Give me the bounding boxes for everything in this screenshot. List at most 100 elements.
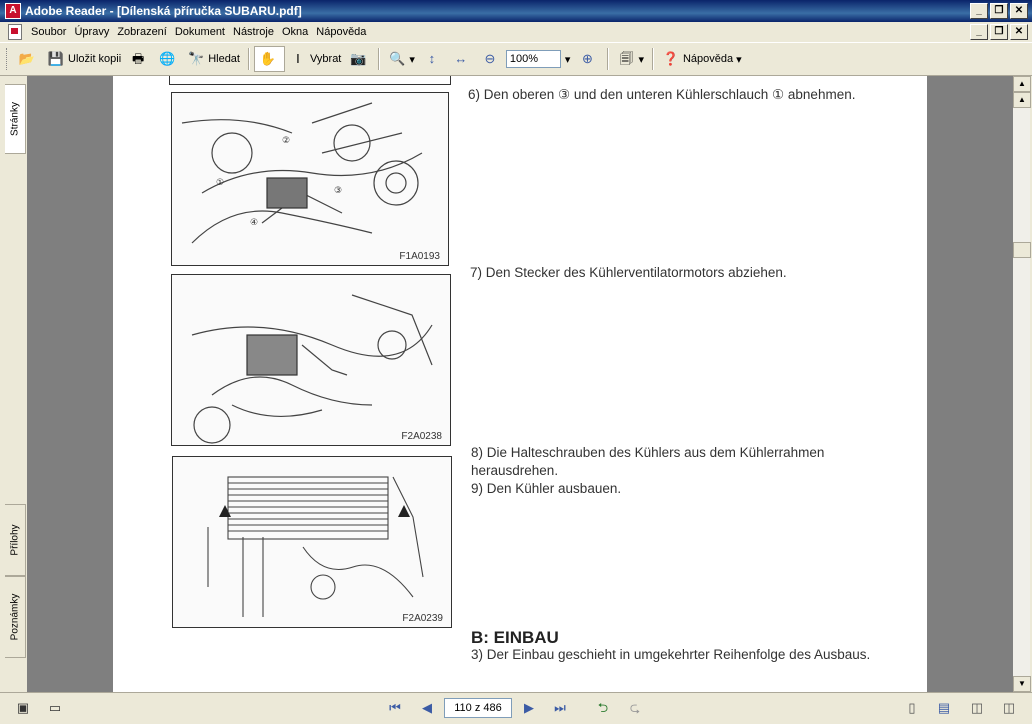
- svg-text:④: ④: [250, 218, 258, 228]
- text-cursor-icon: I: [296, 51, 300, 66]
- doc-minimize-button[interactable]: _: [970, 24, 988, 40]
- svg-text:②: ②: [282, 136, 290, 146]
- figure-code: F1A0193: [399, 251, 440, 262]
- folder-icon: 📂: [18, 51, 36, 66]
- figure-code: F2A0238: [401, 431, 442, 442]
- print-button[interactable]: 🖶: [125, 47, 154, 71]
- menu-napoveda[interactable]: Nápověda: [312, 26, 370, 38]
- menu-zobrazeni[interactable]: Zobrazení: [113, 26, 171, 38]
- tab-attachments[interactable]: Přílohy: [5, 504, 26, 576]
- continuous-facing-button[interactable]: ◫: [1000, 699, 1018, 717]
- separator: [378, 48, 381, 70]
- printer-icon: 🖶: [132, 51, 145, 66]
- chevron-down-icon: ▾: [733, 53, 742, 66]
- figure-engine-hoses: ① ③ ④ ② F1A0193: [171, 92, 449, 266]
- binoculars-icon: 🔭: [188, 51, 205, 66]
- toolbar: 📂 💾 Uložit kopii 🖶 🌐 🔭 Hledat ✋ I Vybrat 📷 …: [0, 42, 1032, 76]
- navigation-sidebar: Stránky Přílohy Poznámky: [5, 76, 27, 692]
- engine-sketch: ① ③ ④ ②: [181, 102, 423, 244]
- app-window: A Adobe Reader - [Dílenská příručka SUBA…: [0, 0, 1032, 724]
- scroll-up-button[interactable]: ▲: [1013, 76, 1031, 92]
- window-title: Adobe Reader - [Dílenská příručka SUBARU…: [25, 4, 302, 18]
- separator: [607, 48, 610, 70]
- doc-restore-button[interactable]: ❐: [990, 24, 1008, 40]
- section-heading: B: EINBAU: [471, 628, 559, 647]
- scroll-page-up-button[interactable]: ▲: [1013, 92, 1031, 108]
- title-bar: A Adobe Reader - [Dílenská příručka SUBA…: [0, 0, 1032, 22]
- document-view[interactable]: ① ③ ④ ② F1A0193 6) Den oberen ③ und den unt…: [27, 76, 1013, 692]
- globe-icon: 🌐: [159, 51, 176, 66]
- toggle-toolbar-button[interactable]: ▭: [46, 699, 64, 717]
- zoom-in-button[interactable]: ⊕: [574, 47, 603, 71]
- menu-upravy[interactable]: Úpravy: [70, 26, 113, 38]
- page-number-input[interactable]: 110 z 486: [444, 698, 512, 718]
- search-label: Hledat: [208, 53, 240, 65]
- scroll-down-button[interactable]: ▼: [1013, 676, 1031, 692]
- svg-text:③: ③: [334, 186, 342, 196]
- close-button[interactable]: ✕: [1010, 3, 1028, 19]
- toggle-nav-pane-button[interactable]: ▣: [14, 699, 32, 717]
- previous-page-button[interactable]: ◀: [418, 699, 436, 717]
- fan-connector-sketch: [191, 294, 433, 444]
- menu-dokument[interactable]: Dokument: [171, 26, 229, 38]
- figure-radiator: F2A0239: [172, 456, 452, 628]
- save-copy-button[interactable]: 💾 Uložit kopii: [43, 47, 125, 71]
- select-tool-button[interactable]: I Vybrat: [285, 47, 345, 71]
- help-button[interactable]: ❓ Nápověda ▾: [658, 47, 746, 71]
- fit-page-button[interactable]: ↕: [419, 47, 448, 71]
- pdf-page: ① ③ ④ ② F1A0193 6) Den oberen ③ und den unt…: [113, 76, 927, 692]
- fit-width-button[interactable]: ↔: [448, 47, 477, 71]
- installation-text: 3) Der Einbau geschieht in umgekehrter R…: [471, 647, 871, 662]
- scroll-thumb[interactable]: [1013, 242, 1031, 258]
- single-page-button[interactable]: ▯: [903, 699, 921, 717]
- minus-circle-icon: ⊖: [484, 51, 496, 66]
- zoom-in-magnifier-icon: 🔍: [389, 51, 406, 66]
- hand-tool-button[interactable]: ✋: [253, 46, 285, 72]
- doc-close-button[interactable]: ✕: [1010, 24, 1028, 40]
- open-button[interactable]: 📂: [14, 47, 43, 71]
- toolbar-grip: [6, 48, 10, 70]
- chevron-down-icon: ▾: [638, 53, 644, 66]
- tab-pages[interactable]: Stránky: [5, 84, 26, 154]
- figure-fan-connector: F2A0238: [171, 274, 451, 446]
- step-8-9-text: 8) Die Halteschrauben des Kühlers aus de…: [471, 445, 825, 496]
- status-bar: ▣ ▭ ⏮ ◀ 110 z 486 ▶ ⏭ ⮌ ⮎ ▯ ▤ ◫ ◫: [0, 692, 1032, 724]
- go-forward-button[interactable]: ⮎: [626, 699, 644, 717]
- last-page-button[interactable]: ⏭: [551, 699, 569, 717]
- chevron-down-icon: ▾: [409, 53, 415, 66]
- svg-text:①: ①: [216, 178, 224, 188]
- save-copy-label: Uložit kopii: [68, 53, 122, 65]
- floppy-icon: 💾: [47, 51, 65, 66]
- menu-okna[interactable]: Okna: [278, 26, 312, 38]
- continuous-button[interactable]: ▤: [935, 699, 953, 717]
- figure-code: F2A0239: [402, 613, 443, 624]
- chevron-down-icon: ▾: [564, 53, 571, 66]
- step-7-text: 7) Den Stecker des Kühlerventilatormotor…: [470, 265, 787, 280]
- tab-pages-label: Stránky: [9, 102, 21, 136]
- zoom-out-button[interactable]: ⊖: [477, 47, 506, 71]
- tab-attachments-label: Přílohy: [9, 524, 21, 556]
- help-label: Nápověda: [682, 53, 734, 65]
- zoom-dropdown[interactable]: ▾: [561, 47, 575, 71]
- facing-button[interactable]: ◫: [968, 699, 986, 717]
- document-icon[interactable]: [8, 23, 22, 40]
- restore-button[interactable]: ❐: [990, 3, 1008, 19]
- minimize-button[interactable]: _: [970, 3, 988, 19]
- zoom-tool-button[interactable]: 🔍 ▾: [384, 47, 419, 71]
- menu-soubor[interactable]: Soubor: [27, 26, 70, 38]
- first-page-button[interactable]: ⏮: [386, 699, 404, 717]
- go-back-button[interactable]: ⮌: [594, 699, 612, 717]
- zoom-input[interactable]: 100%: [505, 50, 561, 68]
- tab-comments[interactable]: Poznámky: [5, 576, 26, 658]
- fit-page-icon: ↕: [428, 51, 436, 66]
- next-page-button[interactable]: ▶: [520, 699, 538, 717]
- search-button[interactable]: 🔭 Hledat: [183, 47, 244, 71]
- acrobat-icon: A: [5, 3, 21, 19]
- menu-nastroje[interactable]: Nástroje: [229, 26, 278, 38]
- page-layout-button[interactable]: 🗐 ▾: [613, 47, 648, 71]
- step-6-text: 6) Den oberen ③ und den unteren Kühlersc…: [468, 87, 856, 102]
- vertical-scrollbar[interactable]: ▲ ▲ ▼: [1013, 76, 1031, 692]
- tab-comments-label: Poznámky: [9, 593, 21, 641]
- snapshot-button[interactable]: 📷: [345, 47, 374, 71]
- email-button[interactable]: 🌐: [154, 47, 183, 71]
